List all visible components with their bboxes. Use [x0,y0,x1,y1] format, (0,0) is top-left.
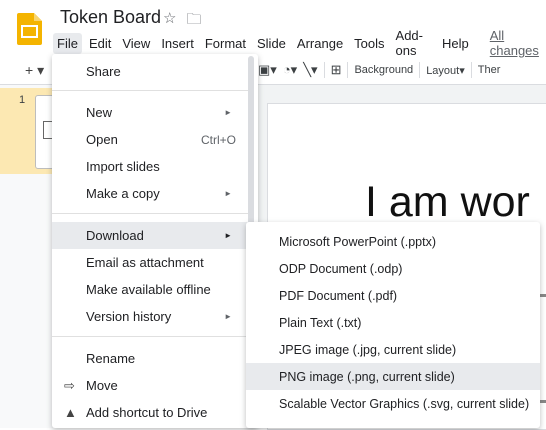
menu-item-version-history[interactable]: Version history ► [52,303,248,330]
menu-item-open[interactable]: Open Ctrl+O [52,126,248,153]
image-icon[interactable]: ▣▾ [258,62,277,78]
theme-button[interactable]: Ther [478,64,501,76]
menu-item-share[interactable]: Share [52,58,248,85]
file-menu: Share New ► Open Ctrl+O Import slides Make… [52,54,258,428]
menu-file[interactable]: File [53,32,82,54]
submenu-arrow-icon: ► [224,312,232,321]
submenu-arrow-icon: ► [224,189,232,198]
download-submenu: Microsoft PowerPoint (.pptx) ODP Documen… [246,222,540,428]
slide-title-text[interactable]: I am wor [365,178,530,227]
menu-item-move[interactable]: ⇨ Move [52,372,248,399]
menu-format[interactable]: Format [201,33,250,54]
menu-edit[interactable]: Edit [85,33,115,54]
menu-slide[interactable]: Slide [253,33,290,54]
toolbar-divider [323,62,325,78]
menu-tools[interactable]: Tools [350,33,388,54]
selection-handle[interactable] [540,400,546,403]
slide-number: 1 [19,94,26,106]
menu-item-download[interactable]: Download ► [52,222,248,249]
menu-item-make-offline[interactable]: Make available offline [52,276,248,303]
download-pptx[interactable]: Microsoft PowerPoint (.pptx) [246,228,540,255]
menu-divider [52,213,248,214]
menu-addons[interactable]: Add-ons [392,25,435,61]
background-button[interactable]: Background [354,64,413,76]
download-txt[interactable]: Plain Text (.txt) [246,309,540,336]
menu-item-add-shortcut[interactable]: ▲ Add shortcut to Drive [52,399,248,426]
download-pdf[interactable]: PDF Document (.pdf) [246,282,540,309]
menu-help[interactable]: Help [438,33,473,54]
drive-shortcut-icon: ▲ [64,405,77,420]
shape-icon[interactable]: ◔▾ [283,62,297,78]
layout-label: Layout [426,64,460,77]
toolbar-divider [470,62,472,78]
last-edit-link[interactable]: All changes [486,25,543,61]
download-jpeg[interactable]: JPEG image (.jpg, current slide) [246,336,540,363]
selection-handle[interactable] [540,294,546,297]
slides-logo-icon[interactable] [17,13,42,45]
menu-bar: File Edit View Insert Format Slide Arran… [53,28,546,58]
toolbar-divider [419,62,421,78]
comment-add-icon[interactable]: ⊞ [331,62,342,78]
menu-arrange[interactable]: Arrange [293,33,347,54]
download-svg[interactable]: Scalable Vector Graphics (.svg, current … [246,390,540,417]
line-icon[interactable]: ╲▾ [303,62,317,78]
menu-item-import-slides[interactable]: Import slides [52,153,248,180]
layout-button[interactable]: Layout▾ [426,64,465,77]
menu-view[interactable]: View [118,33,154,54]
download-png[interactable]: PNG image (.png, current slide) [246,363,540,390]
submenu-arrow-icon: ► [224,108,232,117]
star-icon[interactable]: ☆ [163,9,176,34]
move-folder-icon[interactable]: 🗀 [186,9,201,34]
submenu-arrow-icon: ► [224,231,232,240]
menu-divider [52,336,248,337]
toolbar-divider [347,62,349,78]
document-title[interactable]: Token Board [60,7,161,28]
download-odp[interactable]: ODP Document (.odp) [246,255,540,282]
menu-item-rename[interactable]: Rename [52,345,248,372]
menu-item-make-a-copy[interactable]: Make a copy ► [52,180,248,207]
menu-item-email-attachment[interactable]: Email as attachment [52,249,248,276]
menu-item-new[interactable]: New ► [52,99,248,126]
new-slide-button[interactable]: + ▾ [25,62,44,79]
menu-divider [52,90,248,91]
menu-insert[interactable]: Insert [157,33,198,54]
move-folder-icon: ⇨ [64,377,75,393]
